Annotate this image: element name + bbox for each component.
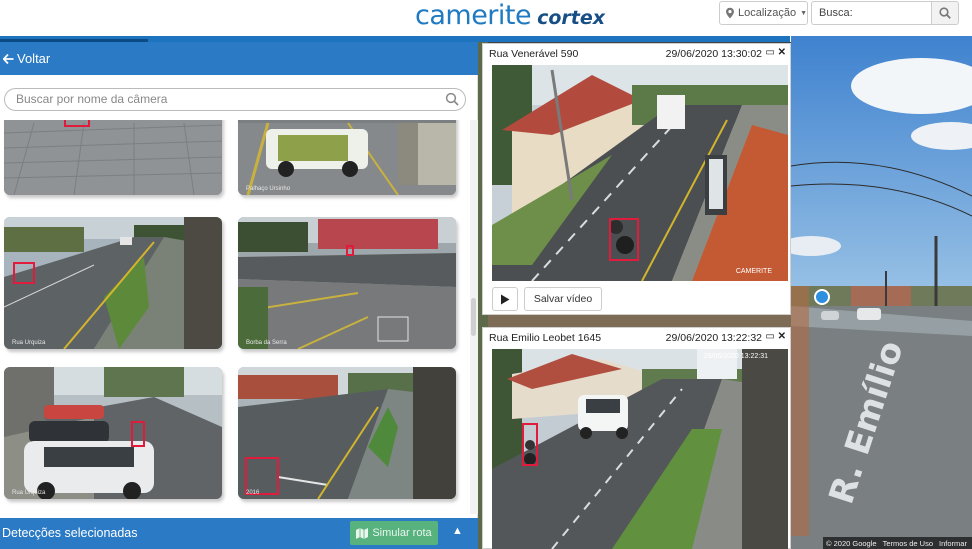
play-button[interactable]	[492, 287, 518, 311]
play-icon	[501, 294, 510, 304]
simulate-route-button[interactable]: Simular rota	[350, 521, 438, 545]
detection-box[interactable]	[609, 218, 639, 261]
player-controls: ▭ ✕	[765, 47, 786, 58]
detections-label: Detecções selecionadas	[2, 526, 138, 540]
brand-name: camerite	[415, 0, 532, 31]
camera-frame	[238, 217, 456, 349]
detection-box[interactable]	[13, 262, 35, 284]
camera-thumbnail-grid: Palhaço Ursinho Rua Urquiza Borba da Ser…	[0, 120, 470, 514]
brand-product: cortex	[537, 7, 606, 29]
chevron-up-icon[interactable]: ▲	[452, 525, 463, 537]
back-label: Voltar	[17, 51, 51, 66]
player-header: Rua Venerável 590 29/06/2020 13:30:02 ▭ …	[489, 47, 786, 62]
street-view-panel[interactable]: R. Emílio © 2020 Google Termos de Uso In…	[791, 36, 972, 549]
terms-link[interactable]: Termos de Uso	[883, 539, 933, 548]
caret-down-icon: ▼	[800, 9, 807, 17]
video-watermark: CAMERITE	[735, 268, 772, 275]
global-search-input[interactable]: Busca:	[811, 1, 931, 25]
camera-thumbnail[interactable]: Rua Urquiza	[4, 217, 222, 349]
global-search-button[interactable]	[931, 1, 959, 25]
camera-caption: Palhaço Ursinho	[246, 186, 291, 192]
camera-frame	[4, 217, 222, 349]
map-marker-icon	[726, 7, 734, 19]
camera-caption: Borba da Serra	[246, 340, 287, 346]
camera-thumbnail[interactable]: Palhaço Ursinho	[238, 120, 456, 195]
close-icon[interactable]: ✕	[778, 47, 786, 58]
google-copyright: © 2020 Google	[826, 538, 877, 548]
map-route-icon	[356, 527, 369, 539]
video-timestamp-overlay: 29/06/2020 13:22:31	[703, 353, 768, 360]
camera-frame	[4, 367, 222, 499]
player-controls: ▭ ✕	[765, 331, 786, 342]
video-player: Rua Venerável 590 29/06/2020 13:30:02 ▭ …	[482, 43, 791, 315]
detection-box[interactable]	[64, 120, 90, 127]
save-video-button[interactable]: Salvar vídeo	[524, 287, 602, 311]
camera-thumbnail[interactable]: Rua Urquiza	[4, 367, 222, 499]
camera-name: Rua Emilio Leobet 1645	[489, 332, 602, 344]
restore-icon[interactable]: ▭	[765, 47, 774, 58]
street-view-footer: © 2020 Google Termos de Uso Informar	[823, 537, 972, 549]
location-label: Localização	[737, 7, 797, 19]
simulate-route-label: Simular rota	[372, 527, 432, 539]
brand-logo[interactable]: camerite cortex	[415, 0, 605, 34]
camera-search-input[interactable]: Buscar por nome da câmera	[4, 88, 466, 111]
close-icon[interactable]: ✕	[778, 331, 786, 342]
camera-caption: Rua Urquiza	[12, 340, 46, 346]
location-pin-icon[interactable]	[814, 289, 830, 305]
restore-icon[interactable]: ▭	[765, 331, 774, 342]
video-timestamp: 29/06/2020 13:30:02	[665, 48, 762, 60]
arrow-left-icon	[3, 53, 14, 64]
camera-thumbnail[interactable]	[4, 120, 222, 195]
video-timestamp: 29/06/2020 13:22:32	[665, 332, 762, 344]
detection-box[interactable]	[522, 423, 538, 466]
detection-box[interactable]	[131, 421, 145, 447]
video-frame[interactable]: CAMERITE	[492, 65, 788, 281]
camera-frame	[492, 65, 788, 281]
camera-name: Rua Venerável 590	[489, 48, 579, 60]
magnifier-icon	[939, 7, 951, 19]
video-frame[interactable]: 29/06/2020 13:22:31	[492, 349, 788, 549]
camera-frame	[238, 120, 456, 195]
back-button[interactable]: Voltar	[0, 42, 478, 75]
top-header: camerite cortex Localização ▼ Busca:	[0, 0, 972, 36]
magnifier-icon[interactable]	[445, 92, 459, 106]
camera-caption: 2016	[246, 490, 260, 496]
player-header: Rua Emilio Leobet 1645 29/06/2020 13:22:…	[489, 331, 786, 346]
camera-thumbnail[interactable]: Borba da Serra	[238, 217, 456, 349]
camera-frame	[4, 120, 222, 195]
camera-panel: Voltar Buscar por nome da câmera Palhaço…	[0, 42, 478, 549]
camera-search-placeholder: Buscar por nome da câmera	[16, 92, 168, 106]
report-link[interactable]: Informar	[939, 539, 967, 548]
camera-thumbnail[interactable]: 2016	[238, 367, 456, 499]
video-player: Rua Emilio Leobet 1645 29/06/2020 13:22:…	[482, 327, 791, 549]
detection-box[interactable]	[346, 245, 354, 256]
location-dropdown[interactable]: Localização ▼	[719, 1, 808, 25]
detections-bar[interactable]: Detecções selecionadas Simular rota ▲	[0, 518, 478, 549]
camera-caption: Rua Urquiza	[12, 490, 46, 496]
grid-scrollbar-thumb[interactable]	[471, 298, 476, 336]
